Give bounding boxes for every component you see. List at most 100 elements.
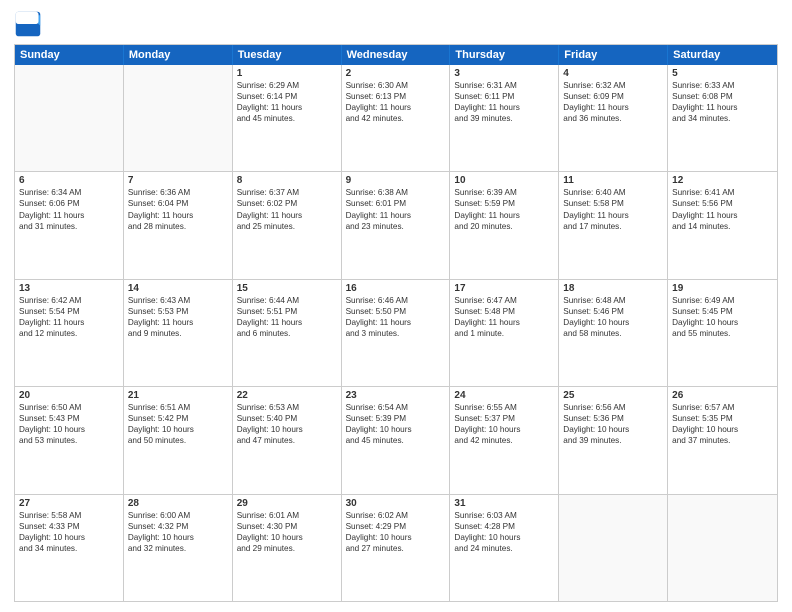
calendar-cell-1-2: 8Sunrise: 6:37 AMSunset: 6:02 PMDaylight…	[233, 172, 342, 278]
cell-line: and 12 minutes.	[19, 328, 119, 339]
cell-line: Daylight: 11 hours	[454, 102, 554, 113]
cell-line: Sunrise: 6:51 AM	[128, 402, 228, 413]
day-number: 1	[237, 68, 337, 79]
cell-line: Daylight: 11 hours	[128, 210, 228, 221]
day-number: 7	[128, 175, 228, 186]
cell-line: and 53 minutes.	[19, 435, 119, 446]
cell-line: Sunset: 5:40 PM	[237, 413, 337, 424]
cell-line: and 3 minutes.	[346, 328, 446, 339]
cell-line: Sunrise: 6:31 AM	[454, 80, 554, 91]
calendar-cell-4-2: 29Sunrise: 6:01 AMSunset: 4:30 PMDayligh…	[233, 495, 342, 601]
cell-line: Daylight: 10 hours	[346, 532, 446, 543]
cell-line: Sunrise: 6:55 AM	[454, 402, 554, 413]
cell-line: and 45 minutes.	[346, 435, 446, 446]
calendar-cell-2-0: 13Sunrise: 6:42 AMSunset: 5:54 PMDayligh…	[15, 280, 124, 386]
weekday-header-friday: Friday	[559, 45, 668, 65]
cell-line: and 42 minutes.	[454, 435, 554, 446]
calendar-cell-4-3: 30Sunrise: 6:02 AMSunset: 4:29 PMDayligh…	[342, 495, 451, 601]
calendar-cell-4-5	[559, 495, 668, 601]
cell-line: Daylight: 11 hours	[19, 317, 119, 328]
cell-line: Sunset: 5:59 PM	[454, 198, 554, 209]
day-number: 3	[454, 68, 554, 79]
calendar-cell-0-6: 5Sunrise: 6:33 AMSunset: 6:08 PMDaylight…	[668, 65, 777, 171]
cell-line: Daylight: 11 hours	[563, 102, 663, 113]
cell-line: and 6 minutes.	[237, 328, 337, 339]
cell-line: Daylight: 11 hours	[346, 317, 446, 328]
calendar-cell-1-4: 10Sunrise: 6:39 AMSunset: 5:59 PMDayligh…	[450, 172, 559, 278]
cell-line: Daylight: 11 hours	[454, 317, 554, 328]
cell-line: and 58 minutes.	[563, 328, 663, 339]
cell-line: Sunset: 5:35 PM	[672, 413, 773, 424]
day-number: 9	[346, 175, 446, 186]
calendar-cell-3-3: 23Sunrise: 6:54 AMSunset: 5:39 PMDayligh…	[342, 387, 451, 493]
cell-line: and 39 minutes.	[563, 435, 663, 446]
cell-line: Daylight: 11 hours	[128, 317, 228, 328]
day-number: 31	[454, 498, 554, 509]
cell-line: Sunrise: 6:50 AM	[19, 402, 119, 413]
cell-line: Daylight: 10 hours	[454, 532, 554, 543]
cell-line: and 24 minutes.	[454, 543, 554, 554]
cell-line: Sunrise: 6:56 AM	[563, 402, 663, 413]
day-number: 25	[563, 390, 663, 401]
calendar-cell-1-6: 12Sunrise: 6:41 AMSunset: 5:56 PMDayligh…	[668, 172, 777, 278]
calendar-cell-0-1	[124, 65, 233, 171]
cell-line: Sunrise: 6:48 AM	[563, 295, 663, 306]
calendar-cell-0-5: 4Sunrise: 6:32 AMSunset: 6:09 PMDaylight…	[559, 65, 668, 171]
calendar-row-1: 6Sunrise: 6:34 AMSunset: 6:06 PMDaylight…	[15, 172, 777, 279]
calendar-cell-4-4: 31Sunrise: 6:03 AMSunset: 4:28 PMDayligh…	[450, 495, 559, 601]
calendar-cell-1-0: 6Sunrise: 6:34 AMSunset: 6:06 PMDaylight…	[15, 172, 124, 278]
cell-line: and 31 minutes.	[19, 221, 119, 232]
cell-line: and 32 minutes.	[128, 543, 228, 554]
weekday-header-wednesday: Wednesday	[342, 45, 451, 65]
cell-line: and 50 minutes.	[128, 435, 228, 446]
calendar-cell-3-4: 24Sunrise: 6:55 AMSunset: 5:37 PMDayligh…	[450, 387, 559, 493]
cell-line: and 45 minutes.	[237, 113, 337, 124]
cell-line: Sunset: 5:37 PM	[454, 413, 554, 424]
calendar-cell-0-0	[15, 65, 124, 171]
cell-line: Sunset: 4:32 PM	[128, 521, 228, 532]
cell-line: Sunset: 6:11 PM	[454, 91, 554, 102]
cell-line: Daylight: 10 hours	[19, 532, 119, 543]
cell-line: and 25 minutes.	[237, 221, 337, 232]
calendar-cell-0-4: 3Sunrise: 6:31 AMSunset: 6:11 PMDaylight…	[450, 65, 559, 171]
day-number: 20	[19, 390, 119, 401]
cell-line: Sunset: 6:14 PM	[237, 91, 337, 102]
cell-line: Sunrise: 6:54 AM	[346, 402, 446, 413]
cell-line: and 29 minutes.	[237, 543, 337, 554]
cell-line: Sunset: 5:43 PM	[19, 413, 119, 424]
day-number: 16	[346, 283, 446, 294]
cell-line: Daylight: 11 hours	[237, 210, 337, 221]
cell-line: Sunset: 5:39 PM	[346, 413, 446, 424]
day-number: 14	[128, 283, 228, 294]
cell-line: Daylight: 10 hours	[672, 424, 773, 435]
calendar-cell-1-1: 7Sunrise: 6:36 AMSunset: 6:04 PMDaylight…	[124, 172, 233, 278]
day-number: 19	[672, 283, 773, 294]
cell-line: Daylight: 11 hours	[237, 317, 337, 328]
cell-line: Sunrise: 6:46 AM	[346, 295, 446, 306]
logo-icon	[14, 10, 42, 38]
cell-line: Sunset: 5:46 PM	[563, 306, 663, 317]
calendar-cell-2-1: 14Sunrise: 6:43 AMSunset: 5:53 PMDayligh…	[124, 280, 233, 386]
weekday-header-tuesday: Tuesday	[233, 45, 342, 65]
cell-line: and 28 minutes.	[128, 221, 228, 232]
cell-line: and 17 minutes.	[563, 221, 663, 232]
cell-line: Daylight: 10 hours	[128, 424, 228, 435]
cell-line: Sunset: 5:36 PM	[563, 413, 663, 424]
calendar-cell-3-5: 25Sunrise: 6:56 AMSunset: 5:36 PMDayligh…	[559, 387, 668, 493]
day-number: 6	[19, 175, 119, 186]
weekday-header-sunday: Sunday	[15, 45, 124, 65]
cell-line: Sunset: 4:29 PM	[346, 521, 446, 532]
cell-line: Sunrise: 6:01 AM	[237, 510, 337, 521]
cell-line: Sunrise: 6:29 AM	[237, 80, 337, 91]
cell-line: Sunrise: 6:38 AM	[346, 187, 446, 198]
cell-line: Sunset: 5:58 PM	[563, 198, 663, 209]
calendar-cell-2-4: 17Sunrise: 6:47 AMSunset: 5:48 PMDayligh…	[450, 280, 559, 386]
cell-line: Sunset: 6:01 PM	[346, 198, 446, 209]
cell-line: Daylight: 10 hours	[346, 424, 446, 435]
cell-line: and 34 minutes.	[19, 543, 119, 554]
day-number: 4	[563, 68, 663, 79]
calendar-cell-3-2: 22Sunrise: 6:53 AMSunset: 5:40 PMDayligh…	[233, 387, 342, 493]
day-number: 29	[237, 498, 337, 509]
cell-line: and 23 minutes.	[346, 221, 446, 232]
weekday-header-thursday: Thursday	[450, 45, 559, 65]
